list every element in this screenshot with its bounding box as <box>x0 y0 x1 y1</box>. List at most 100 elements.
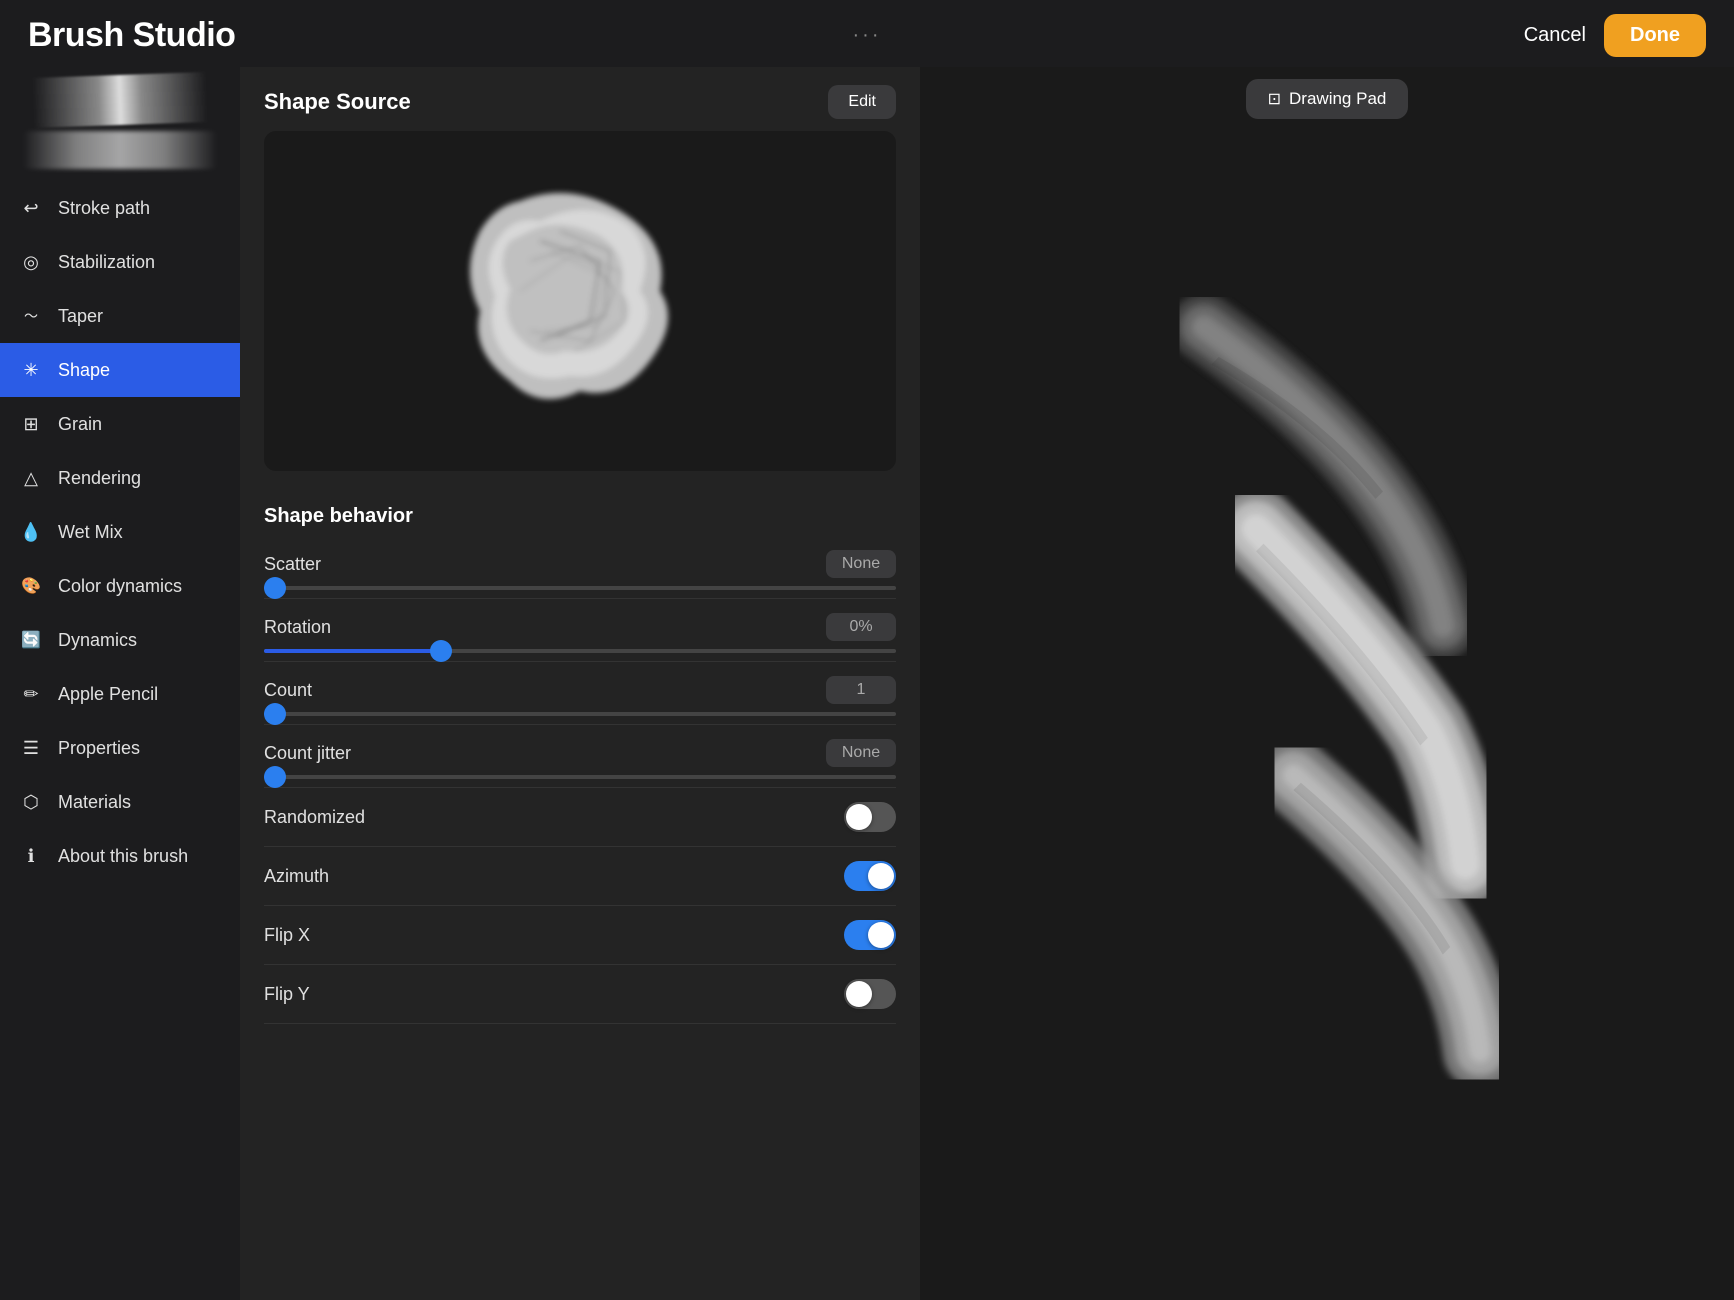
stroke-path-icon: ↩ <box>18 195 44 221</box>
scatter-value: None <box>826 550 896 578</box>
count-thumb[interactable] <box>264 703 286 725</box>
top-bar: Brush Studio ··· Cancel Done <box>0 0 1734 67</box>
stabilization-icon: ◎ <box>18 249 44 275</box>
rotation-label: Rotation <box>264 617 331 638</box>
top-center: ··· <box>853 24 882 47</box>
brush-previews <box>0 67 240 181</box>
drawing-pad-button[interactable]: ⊡ Drawing Pad <box>1246 79 1409 119</box>
count-jitter-slider[interactable] <box>264 775 896 779</box>
drawing-header: ⊡ Drawing Pad <box>920 67 1734 131</box>
toggle-row-flip-y: Flip Y <box>264 965 896 1024</box>
count-slider[interactable] <box>264 712 896 716</box>
scatter-slider[interactable] <box>264 586 896 590</box>
wet-mix-icon: 💧 <box>18 519 44 545</box>
sidebar-label-stroke-path: Stroke path <box>58 198 150 219</box>
sidebar-item-color-dynamics[interactable]: 🎨 Color dynamics <box>0 559 240 613</box>
sidebar-item-dynamics[interactable]: 🔄 Dynamics <box>0 613 240 667</box>
about-icon: ℹ <box>18 843 44 869</box>
rotation-slider[interactable] <box>264 649 896 653</box>
behavior-controls: Scatter None Rotation 0% <box>240 536 920 1044</box>
toggle-row-randomized: Randomized <box>264 788 896 847</box>
flip-x-knob <box>868 922 894 948</box>
sidebar-label-rendering: Rendering <box>58 468 141 489</box>
sidebar-item-wet-mix[interactable]: 💧 Wet Mix <box>0 505 240 559</box>
flip-y-knob <box>846 981 872 1007</box>
drawing-area: ⊡ Drawing Pad <box>920 67 1734 1300</box>
top-actions: Cancel Done <box>1524 14 1706 57</box>
sidebar-label-color-dynamics: Color dynamics <box>58 576 182 597</box>
apple-pencil-icon: ✏ <box>18 681 44 707</box>
sidebar-label-dynamics: Dynamics <box>58 630 137 651</box>
shape-source-image <box>264 131 896 471</box>
sidebar-item-properties[interactable]: ☰ Properties <box>0 721 240 775</box>
edit-button[interactable]: Edit <box>828 85 896 119</box>
grain-icon: ⊞ <box>18 411 44 437</box>
sidebar-label-wet-mix: Wet Mix <box>58 522 123 543</box>
randomized-toggle[interactable] <box>844 802 896 832</box>
sidebar-label-taper: Taper <box>58 306 103 327</box>
toggle-row-azimuth: Azimuth <box>264 847 896 906</box>
materials-icon: ⬡ <box>18 789 44 815</box>
azimuth-toggle[interactable] <box>844 861 896 891</box>
color-dynamics-icon: 🎨 <box>18 573 44 599</box>
sidebar-item-rendering[interactable]: △ Rendering <box>0 451 240 505</box>
rendering-icon: △ <box>18 465 44 491</box>
sidebar-label-shape: Shape <box>58 360 110 381</box>
rotation-value: 0% <box>826 613 896 641</box>
count-value: 1 <box>826 676 896 704</box>
drawing-pad-label: Drawing Pad <box>1289 89 1386 109</box>
control-scatter: Scatter None <box>264 536 896 599</box>
sidebar-label-properties: Properties <box>58 738 140 759</box>
main-layout: ↩ Stroke path ◎ Stabilization 〜 Taper ✳ … <box>0 67 1734 1300</box>
sidebar-item-about[interactable]: ℹ About this brush <box>0 829 240 883</box>
azimuth-knob <box>868 863 894 889</box>
scatter-label: Scatter <box>264 554 321 575</box>
brush-preview-2 <box>12 131 228 169</box>
azimuth-label: Azimuth <box>264 866 329 887</box>
rotation-fill <box>264 649 441 653</box>
control-count-jitter: Count jitter None <box>264 725 896 788</box>
flip-y-toggle[interactable] <box>844 979 896 1009</box>
randomized-knob <box>846 804 872 830</box>
sidebar-item-materials[interactable]: ⬡ Materials <box>0 775 240 829</box>
randomized-label: Randomized <box>264 807 365 828</box>
panel-header: Shape Source Edit <box>240 67 920 131</box>
section-title-row: Shape behavior <box>240 491 920 536</box>
sidebar-label-stabilization: Stabilization <box>58 252 155 273</box>
count-jitter-label: Count jitter <box>264 743 351 764</box>
flip-x-toggle[interactable] <box>844 920 896 950</box>
toggle-row-flip-x: Flip X <box>264 906 896 965</box>
sidebar-item-taper[interactable]: 〜 Taper <box>0 289 240 343</box>
canvas-area[interactable] <box>920 131 1734 1300</box>
cancel-button[interactable]: Cancel <box>1524 24 1586 47</box>
sidebar-item-grain[interactable]: ⊞ Grain <box>0 397 240 451</box>
sidebar-item-stabilization[interactable]: ◎ Stabilization <box>0 235 240 289</box>
section-title: Shape behavior <box>264 505 413 527</box>
count-jitter-value: None <box>826 739 896 767</box>
app-title: Brush Studio <box>28 16 235 55</box>
center-panel: Shape Source Edit <box>240 67 920 1300</box>
taper-icon: 〜 <box>18 303 44 329</box>
sidebar-item-apple-pencil[interactable]: ✏ Apple Pencil <box>0 667 240 721</box>
properties-icon: ☰ <box>18 735 44 761</box>
sidebar-item-stroke-path[interactable]: ↩ Stroke path <box>0 181 240 235</box>
sidebar-item-shape[interactable]: ✳ Shape <box>0 343 240 397</box>
flip-x-label: Flip X <box>264 925 310 946</box>
sidebar-label-about: About this brush <box>58 846 188 867</box>
dynamics-icon: 🔄 <box>18 627 44 653</box>
drawing-pad-icon: ⊡ <box>1268 89 1281 109</box>
panel-title: Shape Source <box>264 89 411 115</box>
control-count: Count 1 <box>264 662 896 725</box>
count-jitter-thumb[interactable] <box>264 766 286 788</box>
sidebar-label-grain: Grain <box>58 414 102 435</box>
scatter-thumb[interactable] <box>264 577 286 599</box>
sidebar-label-materials: Materials <box>58 792 131 813</box>
rotation-thumb[interactable] <box>430 640 452 662</box>
sidebar-label-apple-pencil: Apple Pencil <box>58 684 158 705</box>
shape-icon: ✳ <box>18 357 44 383</box>
done-button[interactable]: Done <box>1604 14 1706 57</box>
brush-strokes-canvas <box>920 131 1734 1300</box>
sidebar: ↩ Stroke path ◎ Stabilization 〜 Taper ✳ … <box>0 67 240 1300</box>
more-options-icon: ··· <box>853 24 882 47</box>
sidebar-nav: ↩ Stroke path ◎ Stabilization 〜 Taper ✳ … <box>0 181 240 883</box>
